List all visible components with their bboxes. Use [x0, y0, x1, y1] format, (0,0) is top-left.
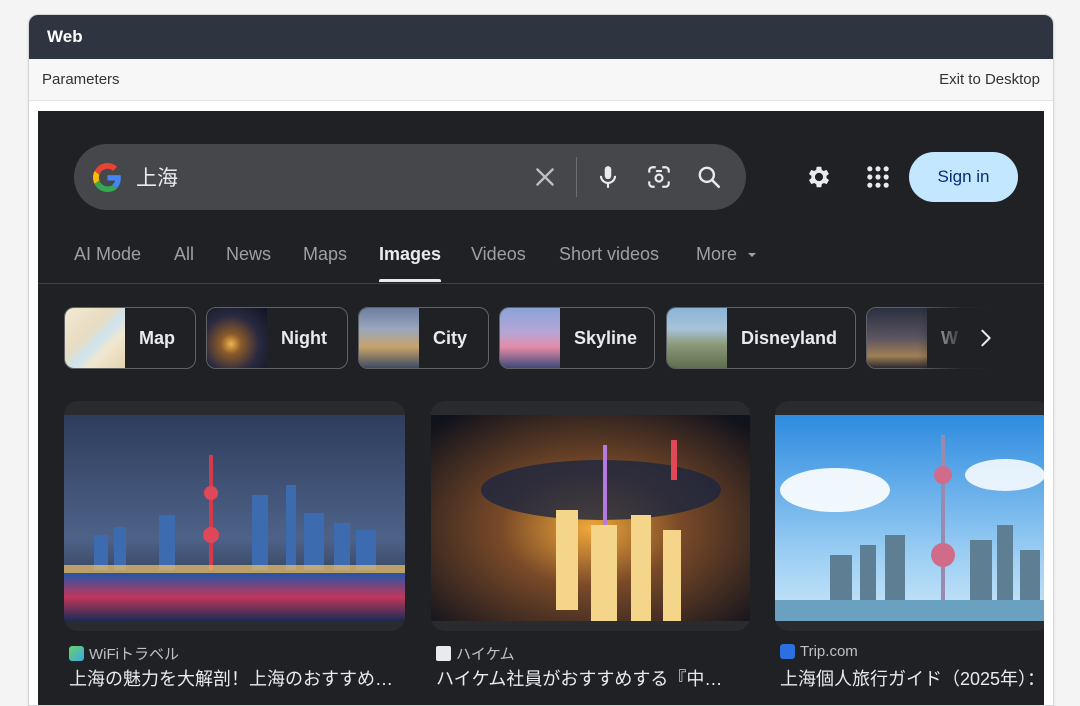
chip-label: City [433, 327, 468, 348]
chevron-right-icon[interactable] [975, 327, 997, 349]
chip-thumbnail [359, 308, 419, 368]
image-result-card[interactable] [431, 401, 750, 631]
result-source-name: Trip.com [800, 643, 858, 660]
app-window: Web Parameters Exit to Desktop 上海 Sign i… [28, 14, 1054, 706]
tab-all[interactable]: All [174, 244, 194, 265]
result-image [64, 415, 405, 621]
parameters-menu[interactable]: Parameters [42, 71, 120, 88]
tab-more[interactable]: More [696, 244, 758, 265]
result-source[interactable]: Trip.com [780, 643, 858, 660]
chip-label: Night [281, 327, 327, 348]
search-bar[interactable]: 上海 [74, 144, 746, 210]
tab-images[interactable]: Images [379, 244, 441, 265]
window-title: Web [47, 27, 83, 46]
caret-down-icon [748, 253, 757, 258]
chip-thumbnail [500, 308, 560, 368]
apps-grid-icon[interactable] [864, 163, 892, 191]
hightech-favicon-icon [436, 646, 451, 661]
search-input[interactable]: 上海 [136, 162, 178, 192]
browser-viewport: 上海 Sign in AI Mode All News Maps Images … [38, 111, 1044, 705]
chip-thumbnail [667, 308, 727, 368]
result-image [431, 415, 750, 621]
gear-icon[interactable] [805, 163, 833, 191]
active-tab-indicator [379, 279, 441, 282]
sign-in-button[interactable]: Sign in [909, 152, 1018, 202]
chip-city[interactable]: City [358, 307, 489, 369]
trip-com-favicon-icon [780, 644, 795, 659]
chip-thumbnail [207, 308, 267, 368]
result-source[interactable]: ハイケム [436, 643, 515, 664]
result-source[interactable]: WiFiトラベル [69, 643, 179, 664]
wifi-travel-favicon-icon [69, 646, 84, 661]
tab-news[interactable]: News [226, 244, 271, 265]
image-result-card[interactable] [64, 401, 405, 631]
microphone-icon[interactable] [595, 164, 621, 190]
tab-maps[interactable]: Maps [303, 244, 347, 265]
search-divider [576, 157, 577, 197]
search-tabs: AI Mode All News Maps Images Videos Shor… [38, 239, 1044, 284]
google-g-icon [93, 163, 121, 192]
search-icon[interactable] [696, 164, 722, 190]
tab-short-videos[interactable]: Short videos [559, 244, 659, 265]
lens-icon[interactable] [646, 164, 672, 190]
chip-night[interactable]: Night [206, 307, 348, 369]
chip-disneyland[interactable]: Disneyland [666, 307, 856, 369]
result-source-name: WiFiトラベル [89, 646, 179, 663]
tab-more-label: More [696, 244, 738, 264]
chip-thumbnail [65, 308, 125, 368]
menubar: Parameters Exit to Desktop [29, 59, 1053, 101]
result-title[interactable]: 上海の魅力を大解剖！上海のおすすめ… [69, 665, 402, 691]
exit-to-desktop-button[interactable]: Exit to Desktop [939, 71, 1040, 88]
chip-label: Skyline [574, 327, 638, 348]
result-source-name: ハイケム [456, 646, 515, 663]
tab-ai-mode[interactable]: AI Mode [74, 244, 141, 265]
close-icon[interactable] [532, 164, 558, 190]
result-title[interactable]: 上海個人旅行ガイド（2025年）： [780, 665, 1044, 691]
chip-label: Disneyland [741, 327, 838, 348]
chip-skyline[interactable]: Skyline [499, 307, 655, 369]
chip-map[interactable]: Map [64, 307, 196, 369]
result-image [775, 415, 1044, 621]
window-titlebar: Web [29, 15, 1053, 59]
image-result-card[interactable] [775, 401, 1044, 631]
chip-label: Map [139, 327, 175, 348]
result-title[interactable]: ハイケム社員がおすすめする『中… [436, 665, 750, 691]
tab-videos[interactable]: Videos [471, 244, 526, 265]
